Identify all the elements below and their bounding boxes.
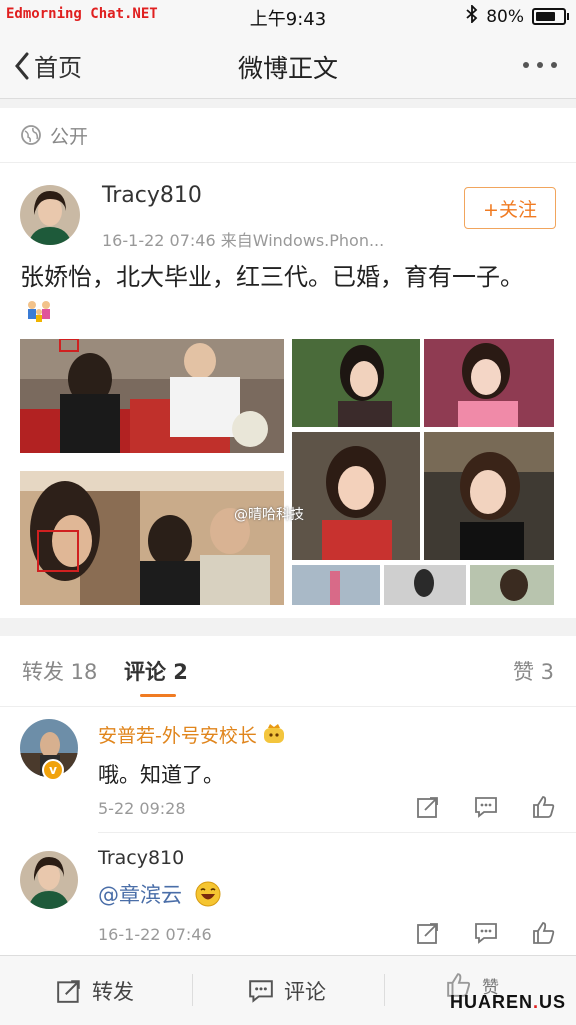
more-dots-icon [523, 62, 557, 68]
crown-badge-icon [263, 724, 285, 749]
like-icon[interactable] [532, 921, 556, 945]
comment-label: 评论 [284, 980, 326, 1004]
verified-badge-icon: v [42, 759, 64, 781]
repost-icon[interactable] [416, 795, 440, 819]
photo-hallway[interactable] [20, 471, 284, 605]
author-name[interactable]: Tracy810 [102, 183, 202, 208]
divider [192, 974, 193, 1006]
battery-icon [532, 8, 569, 25]
weibo-post: Tracy810 16-1-22 07:46 来自Windows.Phon...… [0, 163, 576, 618]
watermark-suffix: US [538, 992, 566, 1012]
bluetooth-icon [466, 3, 478, 28]
comment-time: 5-22 09:28 [98, 799, 186, 818]
comment-icon [249, 980, 273, 1003]
commenter-avatar[interactable] [20, 851, 78, 909]
interaction-tabs: 转发 18 评论 2 赞 3 [0, 636, 576, 707]
photo-portrait-4[interactable] [424, 432, 554, 560]
family-emoji-icon [24, 297, 54, 334]
globe-icon [21, 125, 41, 145]
watermark-text: HUAREN [449, 992, 533, 1012]
commenter-name-text: 安普若-外号安校长 [98, 725, 257, 747]
visibility-label: 公开 [50, 125, 89, 148]
repost-icon [57, 980, 80, 1003]
photo-thumb-3[interactable] [470, 565, 554, 605]
post-meta: 16-1-22 07:46 来自Windows.Phon... [102, 231, 385, 250]
mention-link[interactable]: @章滨云 [98, 883, 182, 907]
comment-text: @章滨云 [98, 879, 221, 912]
nav-bar: 首页 微博正文 [0, 32, 576, 99]
comment-list: v 安普若-外号安校长 哦。知道了。 5-22 09:28 Tracy810 @… [0, 707, 576, 957]
more-button[interactable] [522, 54, 558, 69]
photo-portrait-1[interactable] [292, 339, 420, 427]
comment-divider [98, 832, 576, 833]
post-body: 张娇怡，北大毕业，红三代。已婚，育有一子。 [20, 263, 524, 291]
commenter-name[interactable]: 安普若-外号安校长 [98, 721, 285, 749]
repost-icon[interactable] [416, 921, 440, 945]
follow-button[interactable]: +关注 [464, 187, 556, 229]
photo-thumb-2[interactable] [384, 565, 466, 605]
tab-comments[interactable]: 评论 2 [124, 656, 188, 686]
repost-label: 转发 [92, 980, 134, 1004]
active-tab-indicator [140, 694, 176, 697]
status-bar: Edmorning Chat.NET 上午9:43 80% [0, 0, 576, 32]
like-icon[interactable] [532, 795, 556, 819]
post-text: 张娇怡，北大毕业，红三代。已婚，育有一子。 [20, 259, 560, 334]
visibility-row: 公开 [0, 108, 576, 163]
laughing-emoji-icon [195, 881, 221, 912]
divider [384, 974, 385, 1006]
tab-likes[interactable]: 赞 3 [513, 656, 554, 686]
comment-button[interactable]: 评论 [248, 976, 326, 1006]
bottom-action-bar: 转发 评论 赞 HUAREN.US [0, 955, 576, 1025]
image-watermark: @晴哈科技 [234, 507, 304, 523]
comment-actions [416, 921, 556, 945]
comment-text: 哦。知道了。 [98, 763, 224, 787]
repost-button[interactable]: 转发 [56, 976, 134, 1006]
commenter-name[interactable]: Tracy810 [98, 847, 184, 869]
status-right: 80% [466, 3, 569, 28]
comment-time: 16-1-22 07:46 [98, 925, 212, 944]
battery-percent: 80% [486, 6, 524, 27]
photo-meeting[interactable] [20, 339, 284, 453]
photo-portrait-2[interactable] [424, 339, 554, 427]
tab-reposts[interactable]: 转发 18 [22, 656, 97, 686]
post-image-collage[interactable]: @晴哈科技 [20, 339, 556, 605]
page-title: 微博正文 [237, 54, 338, 83]
photo-portrait-3[interactable] [292, 432, 420, 560]
comment-actions [416, 795, 556, 819]
reply-icon[interactable] [474, 921, 498, 945]
reply-icon[interactable] [474, 795, 498, 819]
site-watermark: HUAREN.US [450, 992, 566, 1013]
photo-thumb-1[interactable] [292, 565, 380, 605]
author-avatar[interactable] [20, 185, 80, 245]
